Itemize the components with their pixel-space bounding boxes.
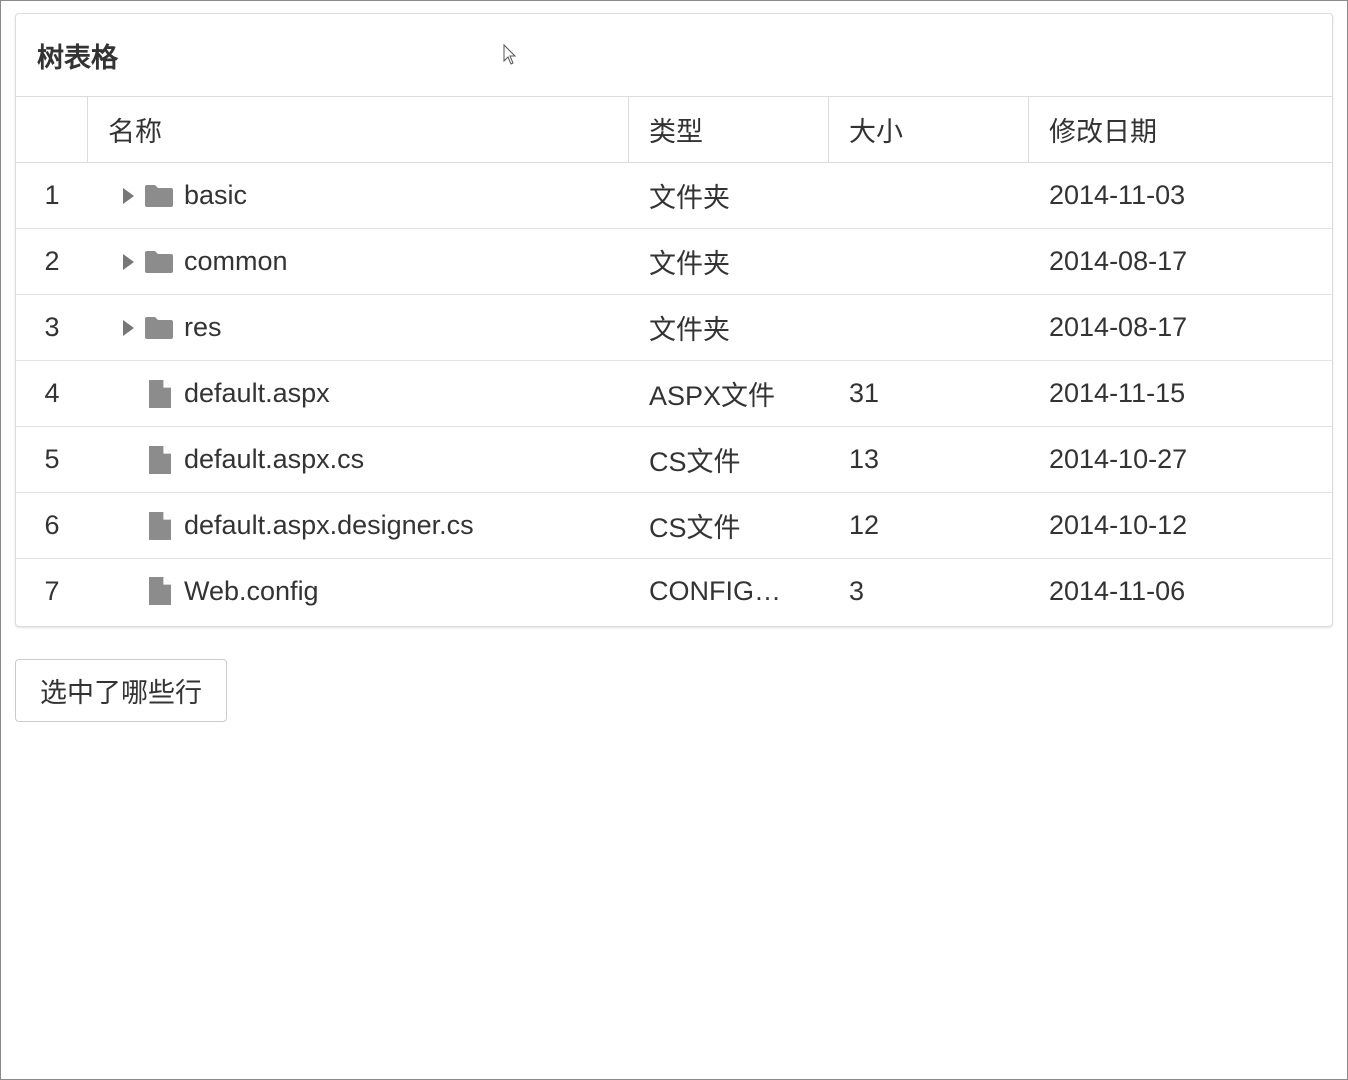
name-cell: basic: [88, 163, 629, 228]
item-name: default.aspx.designer.cs: [184, 510, 474, 540]
table-row[interactable]: 2 common 文件夹 2014-08-17: [16, 229, 1332, 295]
mouse-cursor-icon: [503, 44, 517, 65]
size-cell: [829, 163, 1029, 228]
table-row[interactable]: 5 default.aspx.cs CS文件 13 2014-10-27: [16, 427, 1332, 493]
column-header-date[interactable]: 修改日期: [1029, 97, 1332, 162]
panel-header: 树表格: [16, 14, 1332, 97]
table-row[interactable]: 1 basic 文件夹 2014-11-03: [16, 163, 1332, 229]
table-row[interactable]: 7 Web.config CONFIG… 3 2014-11-06: [16, 559, 1332, 623]
row-number: 4: [44, 378, 60, 408]
size-cell: 13: [849, 444, 880, 474]
item-name: Web.config: [184, 575, 319, 606]
table-row[interactable]: 4 default.aspx ASPX文件 31 2014-11-15: [16, 361, 1332, 427]
row-number: 6: [44, 510, 60, 540]
date-cell: 2014-11-15: [1049, 378, 1186, 408]
type-cell: CS文件: [649, 513, 741, 543]
name-cell: common: [88, 229, 629, 294]
item-name: default.aspx.cs: [184, 444, 365, 474]
folder-icon: [144, 247, 178, 277]
item-name: basic: [184, 180, 248, 210]
type-cell: 文件夹: [649, 315, 730, 345]
column-header-number: [16, 97, 88, 162]
row-number: 3: [44, 312, 60, 342]
item-name: res: [184, 312, 222, 342]
size-cell: 12: [849, 510, 880, 540]
file-icon: [144, 445, 178, 475]
type-cell: 文件夹: [649, 183, 730, 213]
name-cell: Web.config: [88, 559, 629, 623]
size-cell: [829, 229, 1029, 294]
name-cell: default.aspx.cs: [88, 427, 629, 492]
expand-arrow-icon[interactable]: [108, 181, 144, 211]
file-icon: [144, 379, 178, 409]
folder-icon: [144, 313, 178, 343]
date-cell: 2014-10-12: [1049, 510, 1188, 540]
row-number: 5: [44, 444, 60, 474]
type-cell: 文件夹: [649, 249, 730, 279]
expand-arrow-icon[interactable]: [108, 313, 144, 343]
item-name: common: [184, 246, 288, 276]
date-cell: 2014-08-17: [1049, 246, 1188, 276]
selected-rows-button[interactable]: 选中了哪些行: [15, 659, 227, 722]
name-cell: res: [88, 295, 629, 360]
tree-grid: 名称 类型 大小 修改日期 1 basic 文件夹 2014-11-03 2 common…: [16, 97, 1332, 623]
type-cell: CONFIG…: [649, 575, 781, 606]
size-cell: [829, 295, 1029, 360]
panel-title: 树表格: [37, 42, 118, 73]
type-cell: ASPX文件: [649, 381, 776, 411]
column-header-name[interactable]: 名称: [88, 97, 629, 162]
size-cell: 31: [849, 378, 880, 408]
date-cell: 2014-11-03: [1049, 180, 1186, 210]
row-number: 1: [44, 180, 60, 210]
size-cell: 3: [849, 575, 865, 606]
column-header-size[interactable]: 大小: [829, 97, 1029, 162]
file-icon: [144, 511, 178, 541]
date-cell: 2014-11-06: [1049, 575, 1186, 606]
name-cell: default.aspx: [88, 361, 629, 426]
row-number: 7: [44, 575, 60, 606]
row-number: 2: [44, 246, 60, 276]
tree-grid-panel: 树表格 名称 类型 大小 修改日期 1 basic 文件夹 2014-11-03 2 co…: [15, 13, 1333, 627]
table-row[interactable]: 3 res 文件夹 2014-08-17: [16, 295, 1332, 361]
date-cell: 2014-10-27: [1049, 444, 1188, 474]
type-cell: CS文件: [649, 447, 741, 477]
expand-arrow-icon[interactable]: [108, 247, 144, 277]
grid-header-row: 名称 类型 大小 修改日期: [16, 97, 1332, 163]
column-header-type[interactable]: 类型: [629, 97, 829, 162]
name-cell: default.aspx.designer.cs: [88, 493, 629, 558]
table-row[interactable]: 6 default.aspx.designer.cs CS文件 12 2014-10-1…: [16, 493, 1332, 559]
grid-body: 1 basic 文件夹 2014-11-03 2 common 文件夹 2014-08-17 3…: [16, 163, 1332, 623]
date-cell: 2014-08-17: [1049, 312, 1188, 342]
folder-icon: [144, 181, 178, 211]
file-icon: [144, 576, 178, 606]
item-name: default.aspx: [184, 378, 330, 408]
